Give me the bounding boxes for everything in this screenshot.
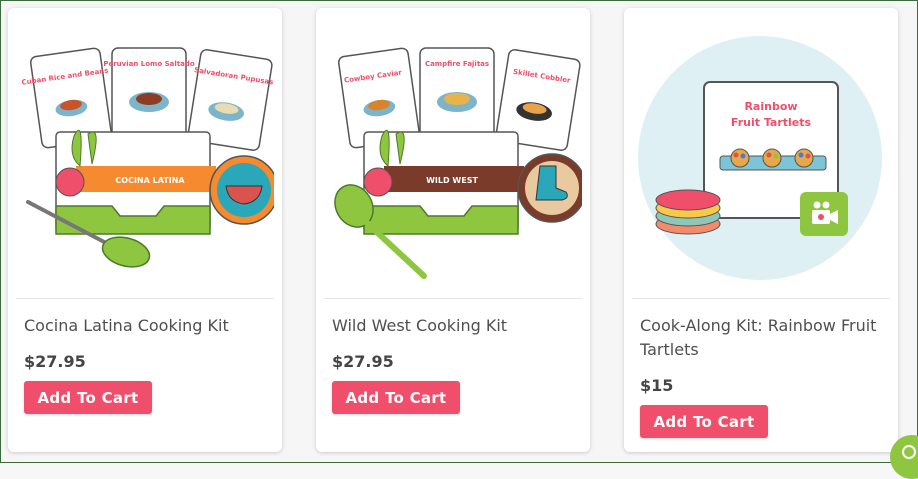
kit-banner-text: WILD WEST xyxy=(426,176,478,185)
kit-banner-text: COCINA LATINA xyxy=(115,176,185,185)
recipe-card-title-1: Rainbow xyxy=(744,100,797,113)
product-title[interactable]: Cook-Along Kit: Rainbow Fruit Tartlets xyxy=(640,314,880,362)
recipe-card-2-title: Campfire Fajitas xyxy=(425,60,489,68)
recipe-card-2-title: Peruvian Lomo Saltado xyxy=(103,60,194,68)
recipe-card-2: Peruvian Lomo Saltado xyxy=(103,47,195,143)
card-divider xyxy=(16,298,274,299)
product-card-cocina-latina[interactable]: Cuban Rice and Beans Peruvian Lomo Salta… xyxy=(8,8,282,452)
radish-decoration xyxy=(363,167,393,197)
product-image-cocina-latina[interactable]: Cuban Rice and Beans Peruvian Lomo Salta… xyxy=(16,16,274,300)
add-to-cart-button[interactable]: Add To Cart xyxy=(640,405,768,438)
recipe-card-title-2: Fruit Tartlets xyxy=(731,116,812,129)
product-title[interactable]: Wild West Cooking Kit xyxy=(332,314,572,338)
product-image-rainbow-tartlets[interactable]: Rainbow Fruit Tartlets xyxy=(632,16,890,300)
spoon-head xyxy=(101,236,151,268)
baking-cups xyxy=(655,189,721,235)
product-card-rainbow-tartlets[interactable]: Rainbow Fruit Tartlets Cook-Along Kit: R… xyxy=(624,8,898,452)
chat-icon xyxy=(902,445,916,459)
recipe-card-2: Campfire Fajitas xyxy=(419,47,495,143)
product-price: $27.95 xyxy=(332,352,394,371)
card-divider xyxy=(632,298,890,299)
product-price: $27.95 xyxy=(24,352,86,371)
radish-decoration xyxy=(55,167,85,197)
product-title[interactable]: Cocina Latina Cooking Kit xyxy=(24,314,264,338)
product-price: $15 xyxy=(640,376,674,395)
card-divider xyxy=(324,298,582,299)
add-to-cart-button[interactable]: Add To Cart xyxy=(24,381,152,414)
product-card-wild-west[interactable]: Cowboy Caviar Campfire Fajitas Skillet C… xyxy=(316,8,590,452)
product-image-wild-west[interactable]: Cowboy Caviar Campfire Fajitas Skillet C… xyxy=(324,16,582,300)
add-to-cart-button[interactable]: Add To Cart xyxy=(332,381,460,414)
